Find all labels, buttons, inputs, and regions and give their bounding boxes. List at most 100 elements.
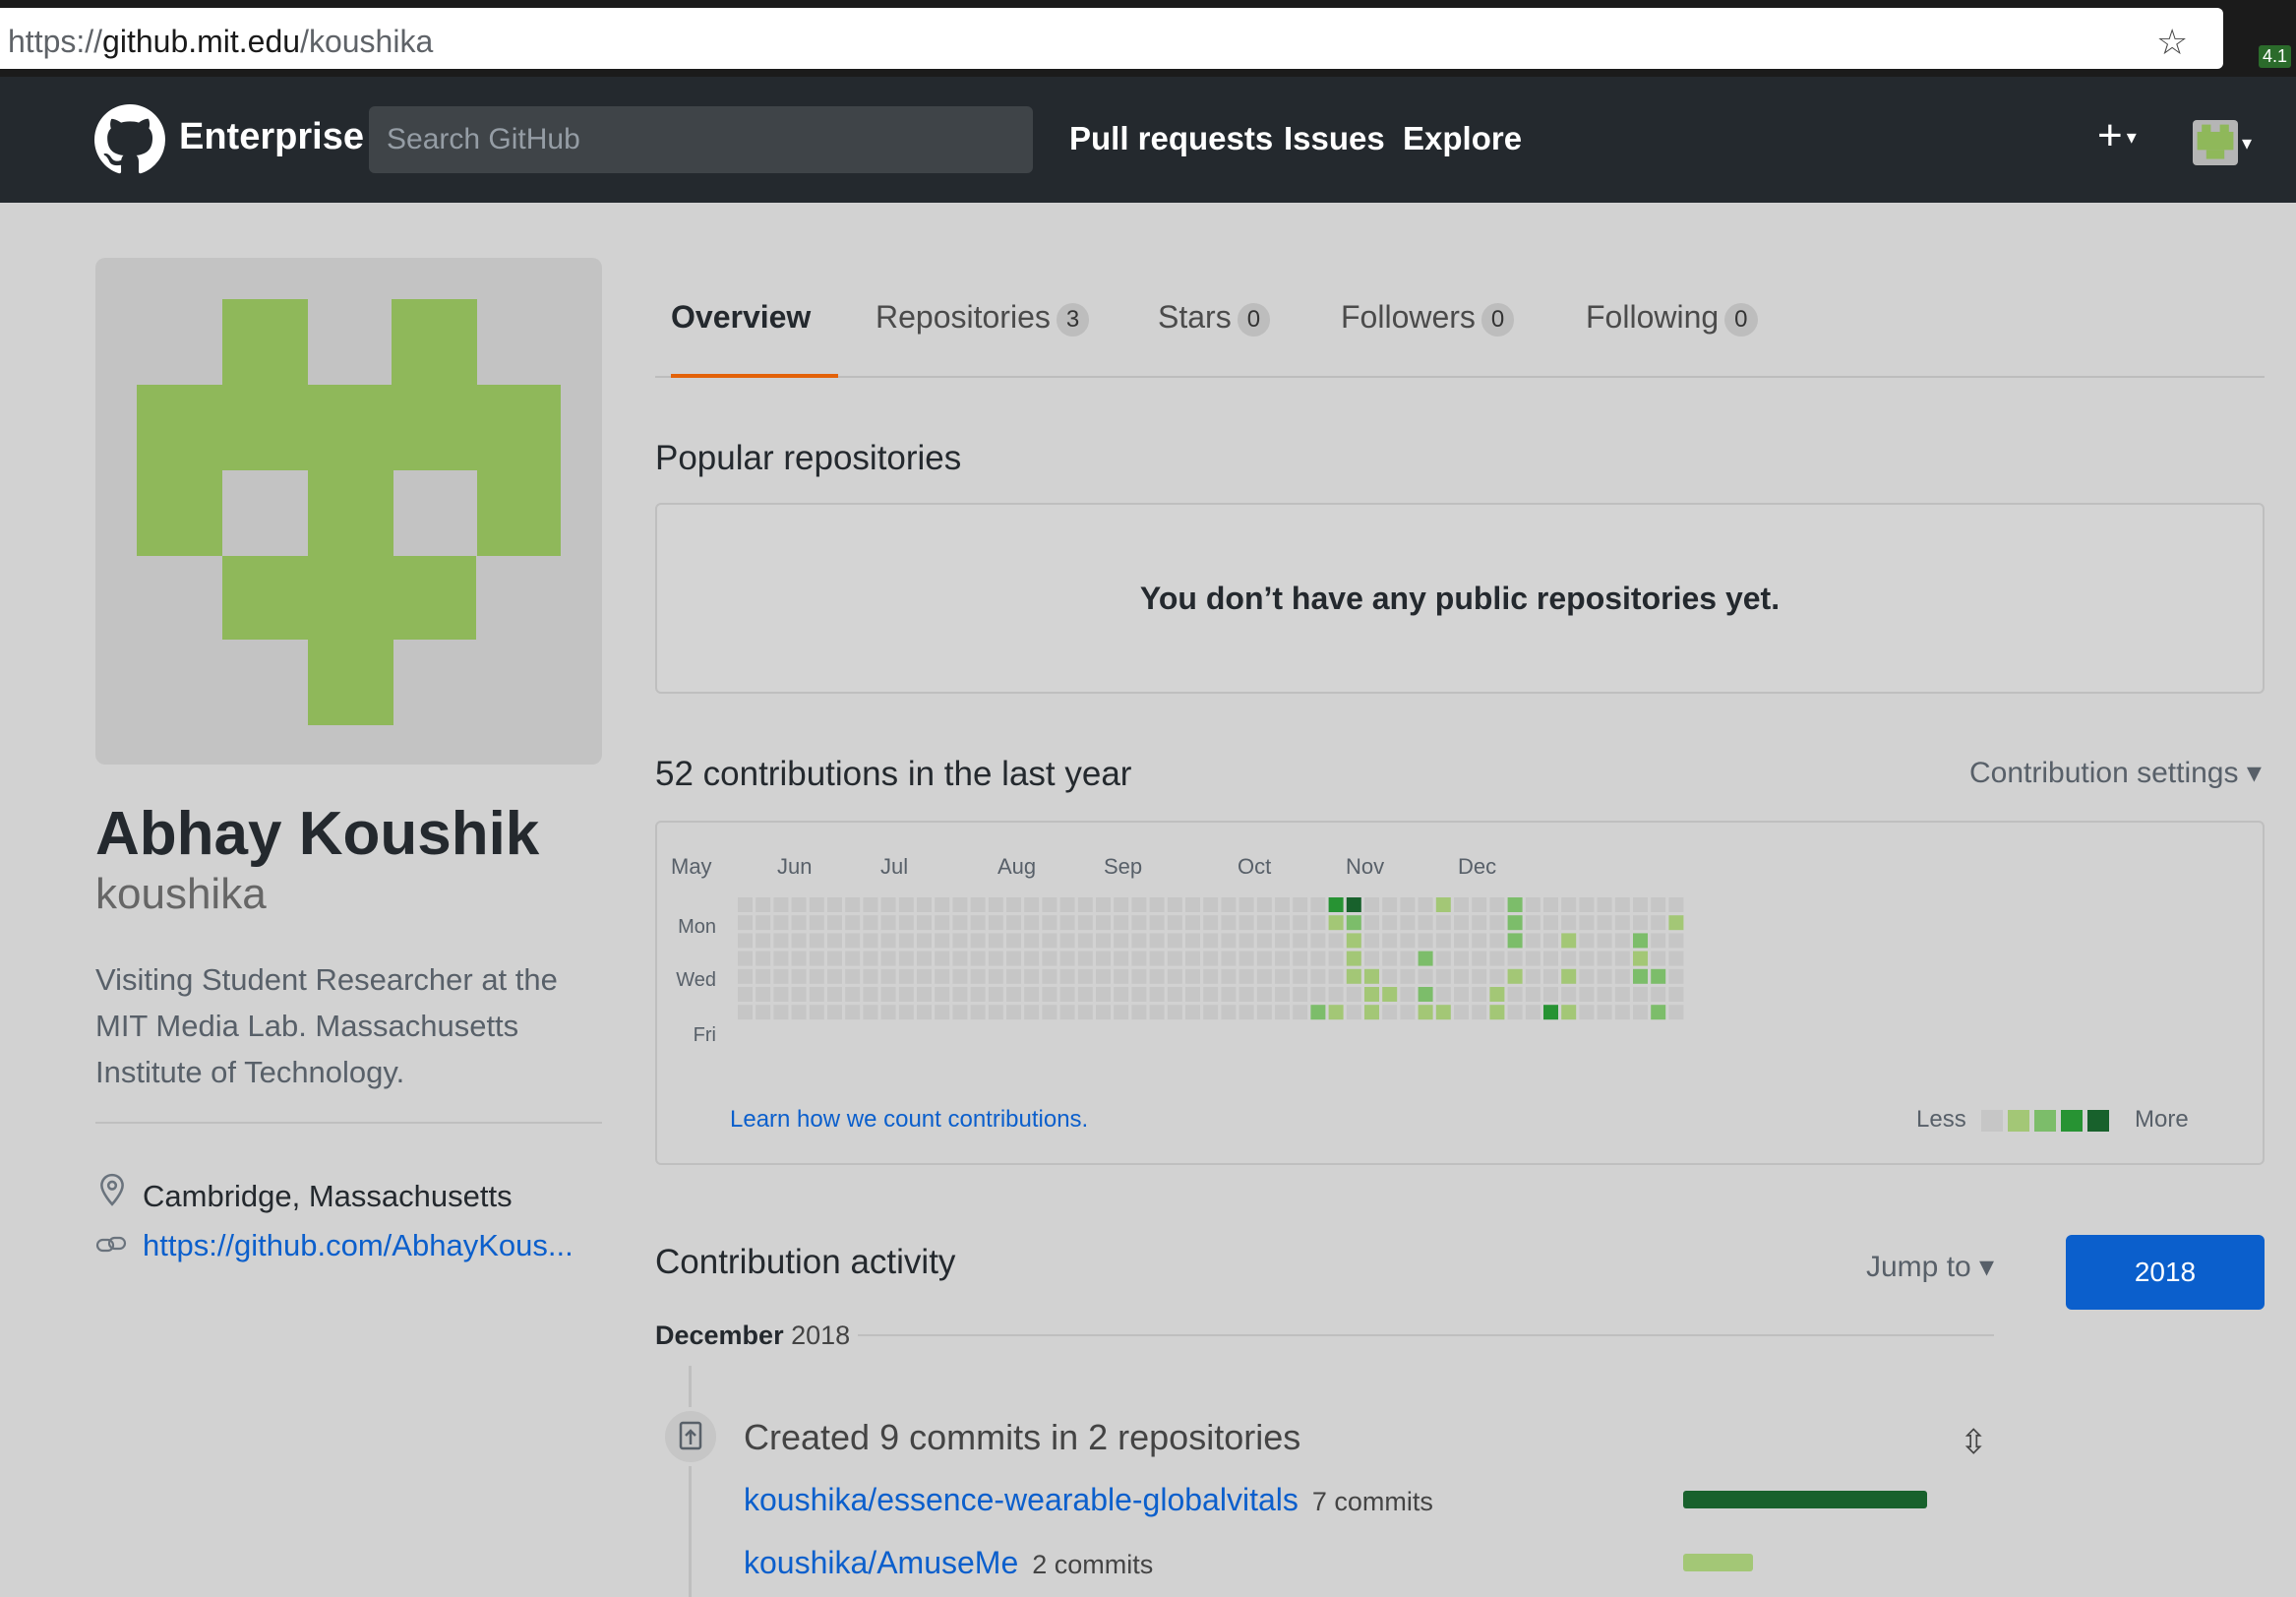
calendar-day-cell[interactable] [1275, 897, 1290, 912]
calendar-day-cell[interactable] [880, 915, 896, 931]
calendar-day-cell[interactable] [1525, 933, 1541, 949]
calendar-day-cell[interactable] [1096, 1005, 1111, 1020]
calendar-day-cell[interactable] [1221, 915, 1237, 931]
calendar-day-cell[interactable] [1310, 987, 1326, 1002]
calendar-day-cell[interactable] [1096, 933, 1111, 949]
calendar-day-cell[interactable] [755, 933, 771, 949]
calendar-day-cell[interactable] [845, 933, 861, 949]
calendar-day-cell[interactable] [1346, 951, 1361, 966]
jump-to-dropdown[interactable]: Jump to ▾ [1866, 1250, 1994, 1284]
calendar-day-cell[interactable] [1203, 933, 1219, 949]
calendar-day-cell[interactable] [827, 933, 842, 949]
calendar-day-cell[interactable] [1131, 933, 1147, 949]
calendar-day-cell[interactable] [1131, 915, 1147, 931]
calendar-day-cell[interactable] [1131, 987, 1147, 1002]
calendar-day-cell[interactable] [1042, 951, 1057, 966]
calendar-day-cell[interactable] [1221, 987, 1237, 1002]
calendar-day-cell[interactable] [1454, 951, 1469, 966]
calendar-day-cell[interactable] [1059, 933, 1075, 949]
calendar-day-cell[interactable] [1525, 1005, 1541, 1020]
calendar-day-cell[interactable] [880, 968, 896, 984]
calendar-day-cell[interactable] [1561, 987, 1577, 1002]
calendar-day-cell[interactable] [863, 1005, 878, 1020]
calendar-day-cell[interactable] [1614, 897, 1630, 912]
calendar-day-cell[interactable] [1167, 1005, 1182, 1020]
calendar-day-cell[interactable] [1346, 968, 1361, 984]
calendar-day-cell[interactable] [1525, 987, 1541, 1002]
calendar-day-cell[interactable] [1418, 968, 1433, 984]
calendar-day-cell[interactable] [791, 915, 807, 931]
calendar-day-cell[interactable] [1364, 933, 1379, 949]
calendar-day-cell[interactable] [809, 1005, 824, 1020]
calendar-day-cell[interactable] [1400, 951, 1416, 966]
calendar-day-cell[interactable] [1310, 1005, 1326, 1020]
calendar-day-cell[interactable] [917, 933, 932, 949]
calendar-day-cell[interactable] [809, 987, 824, 1002]
calendar-day-cell[interactable] [1597, 951, 1612, 966]
profile-avatar[interactable] [95, 258, 602, 765]
calendar-day-cell[interactable] [1077, 933, 1093, 949]
calendar-day-cell[interactable] [1149, 968, 1165, 984]
calendar-day-cell[interactable] [988, 933, 1003, 949]
calendar-day-cell[interactable] [1346, 1005, 1361, 1020]
calendar-day-cell[interactable] [809, 968, 824, 984]
nav-pull-requests[interactable]: Pull requests [1069, 120, 1273, 157]
calendar-day-cell[interactable] [1614, 1005, 1630, 1020]
calendar-day-cell[interactable] [845, 897, 861, 912]
calendar-day-cell[interactable] [1633, 1005, 1648, 1020]
calendar-day-cell[interactable] [1597, 987, 1612, 1002]
calendar-day-cell[interactable] [1668, 915, 1684, 931]
calendar-day-cell[interactable] [1561, 1005, 1577, 1020]
calendar-day-cell[interactable] [738, 897, 753, 912]
calendar-day-cell[interactable] [1561, 951, 1577, 966]
calendar-day-cell[interactable] [952, 1005, 968, 1020]
calendar-day-cell[interactable] [1131, 968, 1147, 984]
calendar-day-cell[interactable] [1256, 897, 1272, 912]
calendar-day-cell[interactable] [1435, 968, 1451, 984]
calendar-day-cell[interactable] [1651, 951, 1666, 966]
calendar-day-cell[interactable] [1382, 987, 1398, 1002]
calendar-day-cell[interactable] [1149, 951, 1165, 966]
calendar-day-cell[interactable] [1328, 1005, 1344, 1020]
calendar-day-cell[interactable] [1633, 933, 1648, 949]
calendar-day-cell[interactable] [1561, 933, 1577, 949]
calendar-day-cell[interactable] [755, 897, 771, 912]
calendar-day-cell[interactable] [1096, 915, 1111, 931]
calendar-day-cell[interactable] [1489, 987, 1505, 1002]
calendar-day-cell[interactable] [1543, 968, 1558, 984]
extension-badge[interactable]: 4.1 [2259, 45, 2292, 68]
calendar-day-cell[interactable] [863, 897, 878, 912]
calendar-day-cell[interactable] [1024, 1005, 1040, 1020]
calendar-day-cell[interactable] [1293, 897, 1308, 912]
calendar-day-cell[interactable] [791, 1005, 807, 1020]
calendar-day-cell[interactable] [1418, 1005, 1433, 1020]
calendar-day-cell[interactable] [827, 897, 842, 912]
calendar-day-cell[interactable] [1328, 897, 1344, 912]
calendar-day-cell[interactable] [952, 951, 968, 966]
calendar-day-cell[interactable] [1096, 987, 1111, 1002]
calendar-day-cell[interactable] [1310, 897, 1326, 912]
calendar-day-cell[interactable] [1651, 987, 1666, 1002]
calendar-day-cell[interactable] [1328, 933, 1344, 949]
calendar-day-cell[interactable] [1114, 987, 1129, 1002]
calendar-day-cell[interactable] [1418, 951, 1433, 966]
calendar-day-cell[interactable] [1203, 951, 1219, 966]
calendar-day-cell[interactable] [1275, 951, 1290, 966]
calendar-day-cell[interactable] [1382, 951, 1398, 966]
calendar-day-cell[interactable] [1346, 933, 1361, 949]
calendar-day-cell[interactable] [988, 951, 1003, 966]
calendar-day-cell[interactable] [1328, 987, 1344, 1002]
calendar-day-cell[interactable] [1310, 951, 1326, 966]
calendar-day-cell[interactable] [1006, 987, 1021, 1002]
calendar-day-cell[interactable] [1024, 951, 1040, 966]
calendar-day-cell[interactable] [1114, 951, 1129, 966]
calendar-day-cell[interactable] [1077, 897, 1093, 912]
calendar-day-cell[interactable] [845, 987, 861, 1002]
calendar-day-cell[interactable] [1293, 933, 1308, 949]
calendar-day-cell[interactable] [1239, 968, 1254, 984]
calendar-day-cell[interactable] [898, 933, 914, 949]
calendar-day-cell[interactable] [1167, 968, 1182, 984]
calendar-day-cell[interactable] [1454, 897, 1469, 912]
calendar-day-cell[interactable] [1114, 897, 1129, 912]
calendar-day-cell[interactable] [773, 933, 789, 949]
